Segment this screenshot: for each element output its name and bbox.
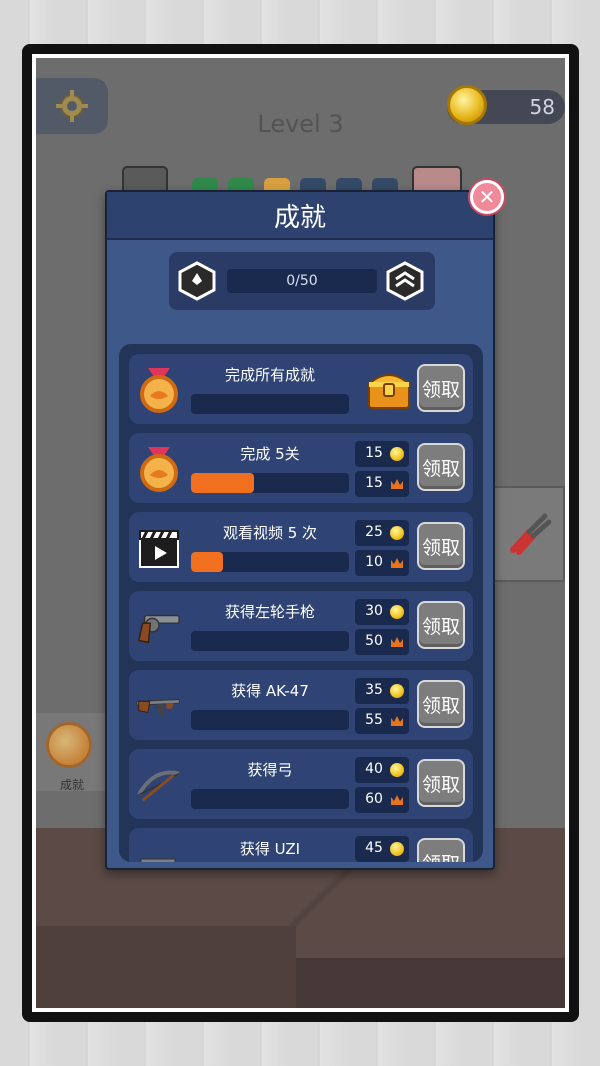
crown-reward-value: 15 (365, 475, 383, 491)
treasure-chest-icon (366, 374, 412, 409)
achievement-title: 观看视频 5 次 (222, 524, 318, 542)
progress-fill (191, 473, 255, 493)
coin-reward-value: 25 (365, 524, 383, 540)
floor-tile (36, 926, 296, 1008)
coin-reward: 40 (355, 757, 409, 783)
crown-reward: 55 (355, 708, 409, 734)
achievement-title: 获得弓 (247, 761, 293, 779)
coin-icon (390, 605, 404, 619)
coin-reward-value: 30 (365, 603, 383, 619)
crown-reward: 50 (355, 629, 409, 655)
claim-button[interactable]: 领取 (417, 838, 465, 862)
floor-tile (296, 958, 565, 1008)
coin-icon (390, 526, 404, 540)
achievement-row: 获得 AK-47 35 55 领取 (129, 670, 473, 740)
crown-reward-value: 50 (365, 633, 383, 649)
rank-current-icon (178, 261, 216, 301)
coin-icon (390, 763, 404, 777)
achievement-progress-bar (191, 631, 349, 651)
achievements-dialog: 成就 0/50 完成所有成就 领取 完成 5关 15 15 领取 观看视频 5 … (105, 190, 495, 870)
coin-reward: 30 (355, 599, 409, 625)
medal-icon (46, 722, 92, 768)
crown-icon (391, 558, 403, 568)
achievement-row: 完成所有成就 领取 (129, 354, 473, 424)
rank-progress: 0/50 (169, 252, 435, 310)
crown-reward-value: 10 (365, 554, 383, 570)
pliers-icon (510, 513, 552, 555)
achievement-row: 获得左轮手枪 30 50 领取 (129, 591, 473, 661)
claim-button[interactable]: 领取 (417, 759, 465, 807)
crown-icon (391, 716, 403, 726)
achievement-row: 完成 5关 15 15 领取 (129, 433, 473, 503)
medal-icon (135, 445, 183, 493)
claim-button[interactable]: 领取 (417, 522, 465, 570)
dialog-title: 成就 (273, 202, 326, 233)
crown-reward: 15 (355, 471, 409, 497)
achievement-progress-bar (191, 394, 349, 414)
achievement-title: 获得 AK-47 (231, 682, 309, 700)
achievement-progress-bar (191, 552, 349, 572)
crown-reward: 10 (355, 550, 409, 576)
achievement-progress-bar (191, 473, 349, 493)
coin-reward: 45 (355, 836, 409, 862)
achievement-title: 完成所有成就 (224, 366, 315, 384)
crown-icon (391, 479, 403, 489)
crown-reward-value: 60 (365, 791, 383, 807)
coin-reward-value: 40 (365, 761, 383, 777)
coin-reward: 35 (355, 678, 409, 704)
rank-progress-text: 0/50 (227, 269, 377, 293)
coin-icon (390, 842, 404, 856)
achievement-progress-bar (191, 710, 349, 730)
achievement-row: 获得弓 40 60 领取 (129, 749, 473, 819)
coin-reward-value: 35 (365, 682, 383, 698)
claim-button[interactable]: 领取 (417, 443, 465, 491)
achievement-title: 完成 5关 (240, 445, 300, 463)
achievement-list[interactable]: 完成所有成就 领取 完成 5关 15 15 领取 观看视频 5 次 25 10 … (119, 344, 483, 862)
claim-button[interactable]: 领取 (417, 601, 465, 649)
coin-reward-value: 15 (365, 445, 383, 461)
achievement-title: 获得 UZI (239, 840, 301, 858)
achievement-progress-bar (191, 789, 349, 809)
crown-reward: 60 (355, 787, 409, 813)
uzi-icon (135, 840, 183, 862)
achievement-tab-label: 成就 (59, 778, 84, 792)
revolver-icon (135, 603, 183, 651)
coin-reward: 25 (355, 520, 409, 546)
achievement-row: 观看视频 5 次 25 10 领取 (129, 512, 473, 582)
close-icon: ✕ (478, 185, 496, 209)
rifle-icon (135, 682, 183, 730)
crown-icon (391, 637, 403, 647)
achievement-title: 获得左轮手枪 (224, 603, 315, 621)
claim-button[interactable]: 领取 (417, 364, 465, 412)
progress-fill (191, 552, 223, 572)
claim-button[interactable]: 领取 (417, 680, 465, 728)
coin-reward-value: 45 (365, 840, 383, 856)
achievement-row: 获得 UZI 45 领取 (129, 828, 473, 862)
bow-icon (135, 761, 183, 809)
coin-icon (390, 684, 404, 698)
dialog-header: 成就 (107, 192, 493, 240)
crown-reward-value: 55 (365, 712, 383, 728)
close-button[interactable]: ✕ (470, 180, 504, 214)
coin-icon (390, 447, 404, 461)
medal-icon (135, 366, 183, 414)
coin-reward: 15 (355, 441, 409, 467)
video-clapper-icon (135, 524, 183, 572)
crown-icon (391, 795, 403, 805)
rank-next-icon (386, 261, 424, 301)
level-label: Level 3 (257, 110, 344, 138)
